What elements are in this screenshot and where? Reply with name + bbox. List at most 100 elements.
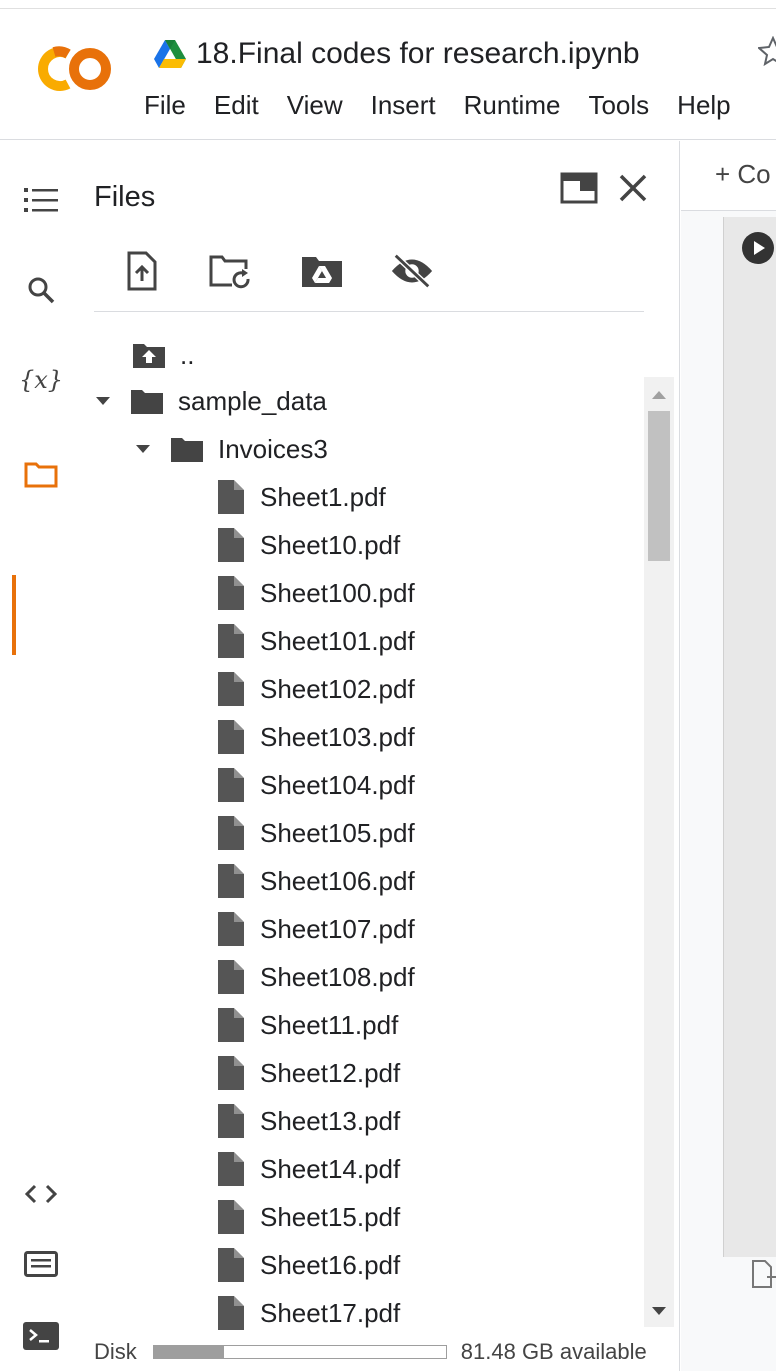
tree-item-label: Sheet14.pdf	[260, 1153, 401, 1184]
notebook-toolbar: + Co	[681, 141, 776, 211]
file-icon	[218, 576, 244, 610]
tree-item-file[interactable]: Sheet106.pdf	[216, 857, 415, 905]
refresh-button[interactable]	[208, 249, 252, 293]
file-icon	[218, 768, 244, 802]
command-palette-icon	[24, 1251, 58, 1277]
scroll-down-arrow-icon[interactable]	[650, 1305, 668, 1317]
search-button[interactable]	[18, 267, 64, 313]
google-drive-icon[interactable]	[154, 40, 186, 68]
panel-title: Files	[94, 181, 156, 213]
code-cell[interactable]	[723, 217, 776, 1257]
hide-files-button[interactable]	[390, 249, 434, 293]
menu-runtime[interactable]: Runtime	[464, 90, 561, 121]
star-icon[interactable]	[758, 36, 776, 66]
scrollbar-thumb[interactable]	[648, 411, 670, 561]
close-icon[interactable]	[616, 171, 650, 205]
add-code-button[interactable]: + Co	[715, 159, 771, 190]
menu-insert[interactable]: Insert	[371, 90, 436, 121]
tree-item-label: Invoices3	[218, 433, 328, 464]
file-icon	[218, 1056, 244, 1090]
tree-item-invoices3[interactable]: Invoices3	[134, 425, 328, 473]
tree-item-file[interactable]: Sheet13.pdf	[216, 1097, 400, 1145]
tree-item-file[interactable]: Sheet14.pdf	[216, 1145, 400, 1193]
disk-usage: Disk 81.48 GB available	[94, 1337, 647, 1367]
upload-file-icon	[127, 251, 157, 291]
tree-item-file[interactable]: Sheet16.pdf	[216, 1241, 400, 1289]
menu-help[interactable]: Help	[677, 90, 730, 121]
menu-bar: File Edit View Insert Runtime Tools Help	[144, 90, 759, 121]
file-icon	[218, 624, 244, 658]
menu-edit[interactable]: Edit	[214, 90, 259, 121]
tree-item-file[interactable]: Sheet102.pdf	[216, 665, 415, 713]
file-icon	[218, 480, 244, 514]
run-cell-icon[interactable]	[741, 231, 775, 265]
mount-drive-icon	[302, 257, 342, 287]
tree-item-file[interactable]: Sheet1.pdf	[216, 473, 386, 521]
tree-item-file[interactable]: Sheet15.pdf	[216, 1193, 400, 1241]
variables-button[interactable]: {x}	[18, 357, 64, 403]
tree-item-label: Sheet15.pdf	[260, 1201, 401, 1232]
tree-item-file[interactable]: Sheet107.pdf	[216, 905, 415, 953]
notebook-title[interactable]: 18.Final codes for research.ipynb	[196, 37, 640, 71]
file-icon	[218, 1008, 244, 1042]
tree-item-label: Sheet105.pdf	[260, 817, 415, 848]
command-palette-button[interactable]	[18, 1241, 64, 1287]
menu-tools[interactable]: Tools	[588, 90, 649, 121]
tree-item-label: Sheet12.pdf	[260, 1057, 401, 1088]
tree-item-file[interactable]: Sheet108.pdf	[216, 953, 415, 1001]
tree-item-label: Sheet16.pdf	[260, 1249, 401, 1280]
tree-item-label: Sheet102.pdf	[260, 673, 415, 704]
menu-view[interactable]: View	[287, 90, 343, 121]
tree-item-label: sample_data	[178, 385, 327, 416]
mount-drive-button[interactable]	[300, 249, 344, 293]
code-snippets-icon	[25, 1184, 57, 1204]
terminal-icon	[23, 1322, 59, 1350]
caret-down-icon[interactable]	[134, 443, 152, 455]
folder-icon	[24, 462, 58, 488]
caret-down-icon[interactable]	[94, 395, 112, 407]
file-icon	[218, 1296, 244, 1330]
tree-item-parent[interactable]: ..	[132, 331, 194, 379]
toolbar-divider	[94, 311, 644, 312]
add-cell-icon[interactable]	[751, 1259, 776, 1289]
scroll-up-arrow-icon[interactable]	[650, 389, 668, 401]
file-icon	[218, 528, 244, 562]
tree-item-file[interactable]: Sheet101.pdf	[216, 617, 415, 665]
hide-files-icon	[391, 253, 433, 289]
notebook-title-row: 18.Final codes for research.ipynb	[154, 34, 640, 74]
colab-logo[interactable]	[28, 44, 114, 94]
file-icon	[218, 1200, 244, 1234]
tree-item-label: Sheet1.pdf	[260, 481, 386, 512]
tree-item-label: Sheet13.pdf	[260, 1105, 401, 1136]
tree-item-file[interactable]: Sheet11.pdf	[216, 1001, 398, 1049]
tree-item-file[interactable]: Sheet105.pdf	[216, 809, 415, 857]
file-icon	[218, 1152, 244, 1186]
tree-item-file[interactable]: Sheet10.pdf	[216, 521, 400, 569]
file-icon	[218, 960, 244, 994]
notebook-area: + Co	[681, 141, 776, 1371]
menu-file[interactable]: File	[144, 90, 186, 121]
terminal-button[interactable]	[18, 1313, 64, 1359]
folder-icon	[131, 390, 163, 414]
file-icon	[218, 1104, 244, 1138]
tree-item-file[interactable]: Sheet103.pdf	[216, 713, 415, 761]
side-rail: {x}	[0, 141, 82, 1371]
tree-item-label: Sheet107.pdf	[260, 913, 415, 944]
tree-item-file[interactable]: Sheet100.pdf	[216, 569, 415, 617]
file-icon	[218, 1248, 244, 1282]
code-snippets-button[interactable]	[18, 1171, 64, 1217]
folder-icon	[171, 438, 203, 462]
files-button[interactable]	[18, 451, 64, 497]
tree-item-file[interactable]: Sheet17.pdf	[216, 1289, 400, 1337]
upload-file-button[interactable]	[120, 249, 164, 293]
tree-item-sample-data[interactable]: sample_data	[94, 377, 327, 425]
disk-usage-bar	[152, 1345, 447, 1359]
tree-item-file[interactable]: Sheet104.pdf	[216, 761, 415, 809]
active-indicator	[12, 575, 16, 655]
open-in-tab-icon[interactable]	[560, 171, 598, 205]
tree-item-file[interactable]: Sheet12.pdf	[216, 1049, 400, 1097]
header-top-border	[0, 8, 776, 9]
table-of-contents-button[interactable]	[18, 177, 64, 223]
file-icon	[218, 912, 244, 946]
file-icon	[218, 672, 244, 706]
